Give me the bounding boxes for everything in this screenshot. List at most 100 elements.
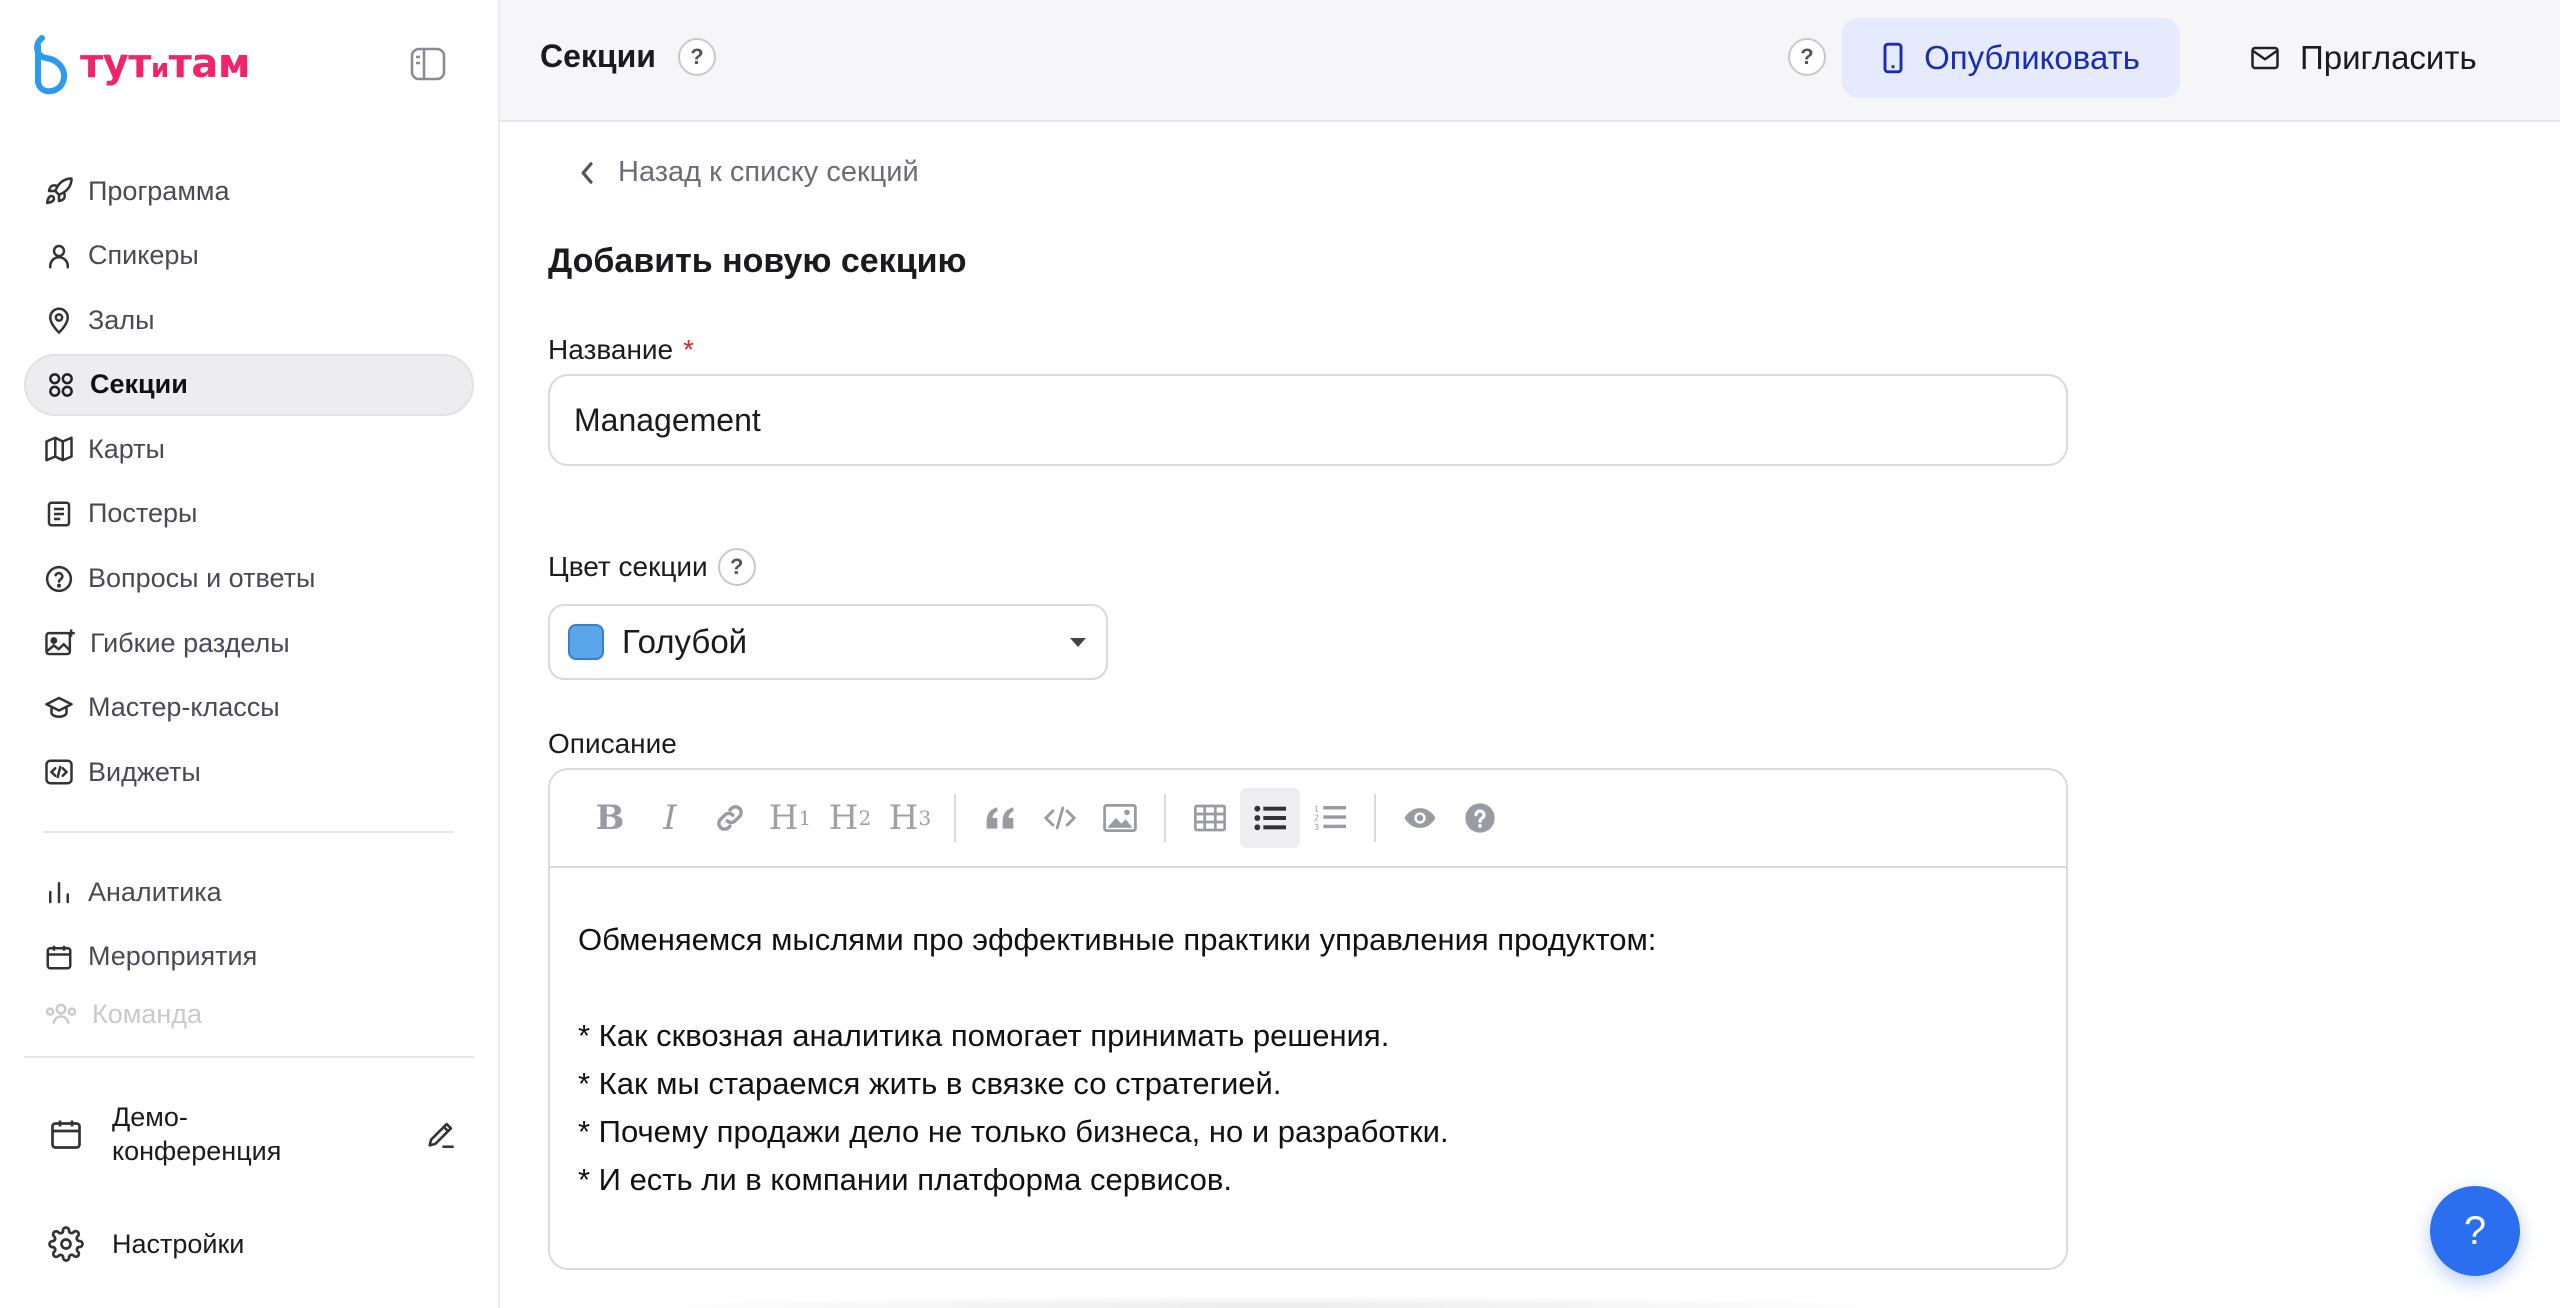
sidebar-item-label: Мастер-классы	[88, 692, 280, 723]
sidebar-item-label: Залы	[88, 304, 155, 335]
publish-button[interactable]: Опубликовать	[1842, 18, 2180, 98]
sidebar-item-label: Мероприятия	[88, 941, 258, 972]
quote-icon	[986, 807, 1014, 829]
image-button[interactable]	[1090, 788, 1150, 848]
description-field-label: Описание	[548, 728, 677, 760]
sidebar-bottom-divider	[24, 1056, 474, 1058]
help-chat-button[interactable]: ?	[2430, 1186, 2520, 1276]
code-icon	[45, 759, 73, 785]
smartphone-icon	[1883, 42, 1903, 74]
color-swatch	[568, 624, 604, 660]
image-icon	[1103, 804, 1137, 832]
heading-3-button[interactable]: H3	[880, 788, 940, 848]
sidebar-item-label: Постеры	[88, 498, 198, 529]
logo-text: тутитам	[80, 41, 251, 87]
sidebar-item-label: Секции	[90, 369, 188, 400]
bold-button[interactable]: B	[580, 788, 640, 848]
selected-color: Голубой	[622, 623, 748, 660]
description-textarea[interactable]: Обменяемся мыслями про эффективные практ…	[550, 868, 2066, 1204]
image-plus-icon	[45, 629, 75, 656]
svg-text:3: 3	[1314, 823, 1319, 832]
heading-2-button[interactable]: H2	[820, 788, 880, 848]
markdown-editor: B I H1 H2 H3 1 2 3 Обменяемся мыслями пр…	[548, 768, 2068, 1270]
sidebar-item-speakers[interactable]: Спикеры	[24, 225, 474, 287]
sidebar-item-flexible[interactable]: Гибкие разделы	[24, 612, 474, 674]
svg-text:2: 2	[1314, 814, 1319, 823]
editor-toolbar: B I H1 H2 H3 1 2 3	[550, 770, 2066, 868]
heading-1-button[interactable]: H1	[760, 788, 820, 848]
sidebar-item-analytics[interactable]: Аналитика	[24, 861, 474, 923]
sidebar-toggle-icon	[410, 47, 446, 81]
link-button[interactable]	[700, 788, 760, 848]
sidebar-item-label: Виджеты	[88, 756, 201, 787]
page-header-title: Секции	[540, 38, 656, 74]
section-color-select[interactable]: Голубой	[548, 604, 1108, 680]
bullet-list-icon	[1254, 805, 1286, 831]
sidebar: тутитам Программа Спикеры Залы Секции Ка…	[0, 0, 500, 1308]
chevron-left-icon	[581, 161, 593, 184]
back-link[interactable]: Назад к списку секций	[578, 156, 919, 189]
edit-event-button[interactable]	[424, 1117, 458, 1151]
code-icon	[1043, 806, 1077, 830]
name-field-label: Название *	[548, 334, 694, 366]
event-name: Демо-конференция	[112, 1102, 282, 1166]
section-name-input[interactable]	[548, 374, 2068, 466]
color-label-text: Цвет секции	[548, 551, 708, 582]
sidebar-item-qa[interactable]: Вопросы и ответы	[24, 548, 474, 610]
gear-icon	[48, 1226, 84, 1262]
sidebar-item-team[interactable]: Команда	[24, 991, 474, 1031]
numbered-list-icon: 123	[1314, 804, 1346, 832]
rocket-icon	[45, 177, 73, 205]
sidebar-item-halls[interactable]: Залы	[24, 289, 474, 351]
publish-label: Опубликовать	[1924, 39, 2140, 76]
help-icon[interactable]: ?	[678, 38, 716, 76]
preview-button[interactable]	[1390, 788, 1450, 848]
sidebar-divider	[44, 831, 454, 834]
sidebar-item-widgets[interactable]: Виджеты	[24, 741, 474, 803]
help-icon[interactable]: ?	[1788, 38, 1826, 76]
page-title: Добавить новую секцию	[548, 242, 967, 280]
table-button[interactable]	[1180, 788, 1240, 848]
team-icon	[45, 1003, 77, 1024]
user-icon	[49, 244, 69, 269]
sidebar-item-label: Гибкие разделы	[90, 627, 290, 658]
link-icon	[717, 805, 743, 831]
bar-chart-icon	[49, 882, 69, 904]
invite-button[interactable]: Пригласить	[2250, 18, 2477, 98]
pencil-icon	[428, 1122, 454, 1149]
sidebar-item-label: Вопросы и ответы	[88, 563, 316, 594]
description-label-text: Описание	[548, 728, 677, 759]
italic-button[interactable]: I	[640, 788, 700, 848]
sidebar-item-posters[interactable]: Постеры	[24, 483, 474, 545]
help-icon[interactable]: ?	[717, 548, 756, 586]
map-icon	[45, 436, 73, 462]
code-button[interactable]	[1030, 788, 1090, 848]
back-link-label: Назад к списку секций	[618, 156, 919, 188]
quote-button[interactable]	[970, 788, 1030, 848]
eye-icon	[1404, 808, 1436, 828]
color-field-label: Цвет секции ?	[548, 548, 756, 586]
bottom-shadow	[620, 1296, 1920, 1308]
poster-icon	[47, 501, 71, 527]
sidebar-item-events[interactable]: Мероприятия	[24, 926, 474, 988]
bullet-list-button[interactable]	[1240, 788, 1300, 848]
sidebar-collapse-button[interactable]	[408, 44, 448, 84]
calendar-icon	[46, 945, 72, 970]
top-bar: Секции ? ? Опубликовать Пригласить	[500, 0, 2560, 122]
numbered-list-button[interactable]: 123	[1300, 788, 1360, 848]
sidebar-item-sections[interactable]: Секции	[24, 353, 474, 416]
markdown-help-button[interactable]	[1450, 788, 1510, 848]
graduation-cap-icon	[45, 696, 73, 718]
sidebar-item-masterclasses[interactable]: Мастер-классы	[24, 677, 474, 739]
sidebar-item-maps[interactable]: Карты	[24, 418, 474, 480]
sidebar-item-settings[interactable]: Настройки	[48, 1226, 244, 1262]
sidebar-item-label: Спикеры	[88, 240, 199, 271]
sidebar-item-label: Программа	[88, 175, 230, 206]
question-circle-icon	[1465, 803, 1495, 833]
calendar-icon	[51, 1120, 81, 1149]
mail-icon	[2251, 46, 2279, 70]
current-event[interactable]: Демо-конференция	[48, 1100, 458, 1168]
sidebar-item-program[interactable]: Программа	[24, 160, 474, 222]
invite-label: Пригласить	[2300, 39, 2477, 76]
brand-logo[interactable]: тутитам	[32, 32, 251, 96]
